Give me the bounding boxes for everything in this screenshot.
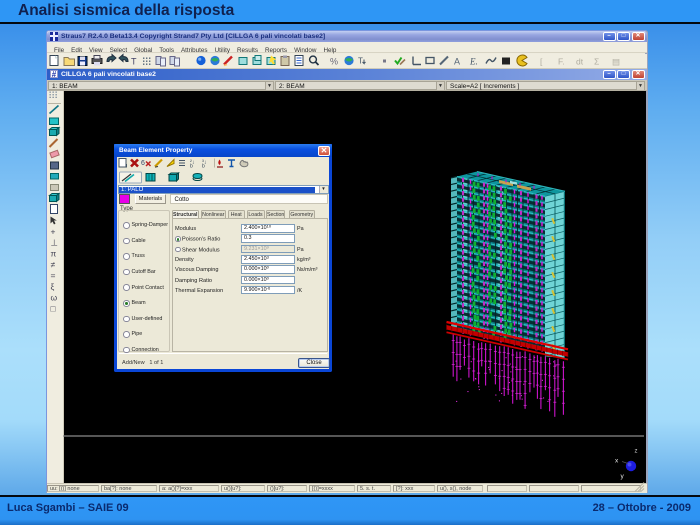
svg-text:6: 6 [141,160,145,167]
svg-text:b: b [202,164,205,170]
svg-text:b: b [190,164,193,170]
